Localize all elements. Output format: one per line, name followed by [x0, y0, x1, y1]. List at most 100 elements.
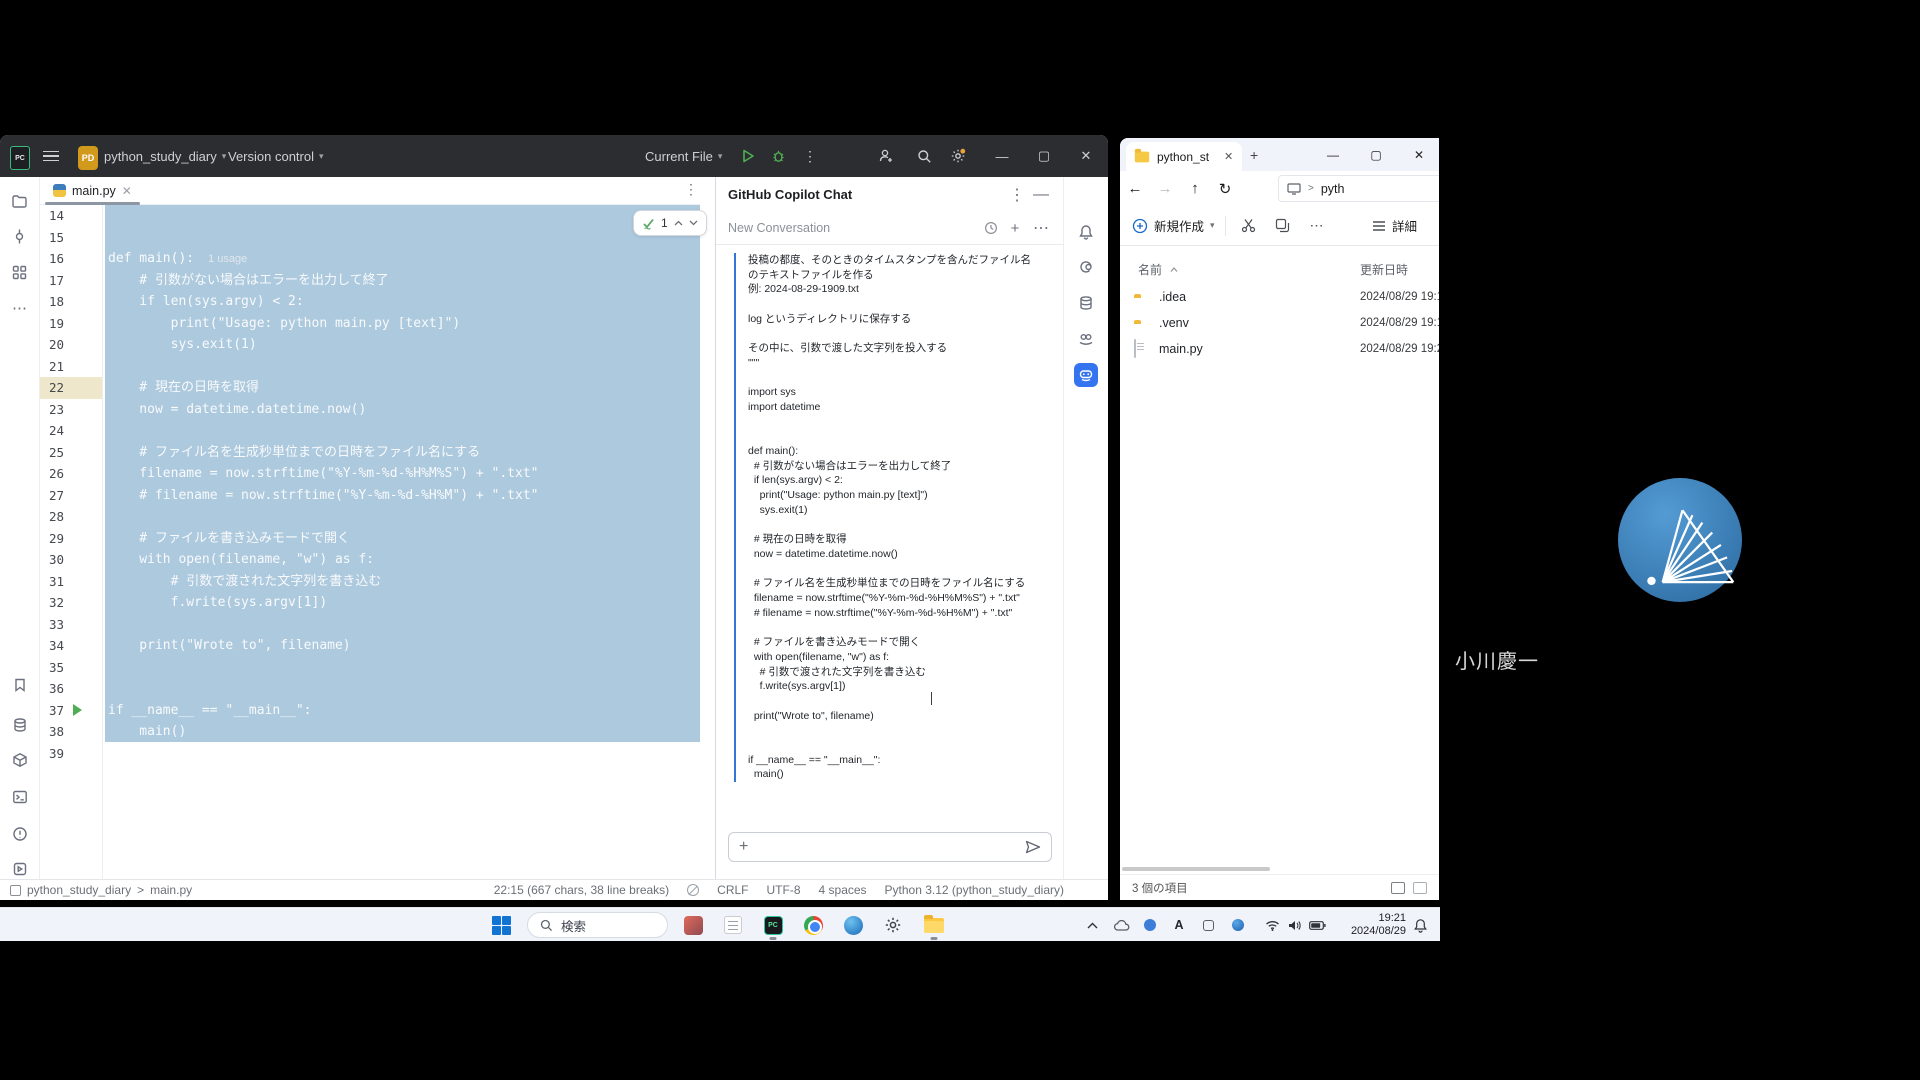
back-icon[interactable]: ← [1120, 180, 1150, 197]
editor-line[interactable]: 25 # ファイル名を生成秒単位までの日時をファイル名にする [40, 442, 715, 464]
send-message-icon[interactable] [1025, 840, 1041, 854]
cut-icon[interactable] [1232, 218, 1266, 233]
settings-button[interactable] [946, 144, 970, 168]
editor-line[interactable]: 31 # 引数で渡された文字列を書き込む [40, 571, 715, 593]
editor-line[interactable]: 34 print("Wrote to", filename) [40, 635, 715, 657]
editor-line[interactable]: 19 print("Usage: python main.py [text]") [40, 313, 715, 335]
structure-toolwindow-icon[interactable] [8, 260, 32, 284]
tray-cloud-icon[interactable] [1112, 908, 1132, 942]
run-line-icon[interactable] [73, 704, 82, 716]
start-button[interactable] [487, 908, 515, 942]
services-toolwindow-icon[interactable] [8, 857, 32, 881]
vcs-menu[interactable]: Version control▾ [228, 144, 324, 168]
editor-line[interactable]: 16def main():1 usage [40, 248, 715, 270]
copy-icon[interactable] [1266, 218, 1300, 233]
next-problem-icon[interactable] [689, 220, 698, 226]
taskbar-app-icon[interactable] [681, 908, 705, 942]
minimize-button[interactable]: — [990, 144, 1014, 168]
chat-input-box[interactable]: + [728, 832, 1052, 862]
main-menu-button[interactable] [42, 144, 60, 168]
database-toolwindow-icon[interactable] [8, 713, 32, 737]
refresh-icon[interactable]: ↻ [1210, 180, 1240, 198]
explorer-minimize-button[interactable]: — [1313, 138, 1353, 171]
tray-system-icons[interactable] [1262, 908, 1328, 942]
editor-line[interactable]: 35 [40, 657, 715, 679]
code-with-me-button[interactable] [874, 144, 898, 168]
editor-line[interactable]: 39 [40, 743, 715, 765]
caret-position-widget[interactable]: 22:15 (667 chars, 38 line breaks) [494, 883, 669, 897]
editor-line[interactable]: 38 main() [40, 721, 715, 743]
toolbar-more-icon[interactable]: ⋯ [1300, 217, 1334, 234]
up-icon[interactable]: ↑ [1180, 180, 1210, 197]
editor-line[interactable]: 30 with open(filename, "w") as f: [40, 549, 715, 571]
more-toolwindows-icon[interactable]: ⋯ [8, 296, 32, 320]
tray-app-icon[interactable] [1140, 908, 1160, 942]
column-name[interactable]: 名前 [1138, 261, 1178, 278]
ai-assistant-icon[interactable] [1074, 255, 1098, 279]
taskbar-pycharm-icon[interactable]: PC [761, 908, 785, 942]
panel-options-icon[interactable]: ⋮ [1007, 185, 1027, 205]
editor-line[interactable]: 23 now = datetime.datetime.now() [40, 399, 715, 421]
attach-context-icon[interactable]: + [739, 838, 748, 856]
tray-icon-blue[interactable] [1228, 908, 1248, 942]
editor-line[interactable]: 15 [40, 227, 715, 249]
project-selector[interactable]: python_study_diary▾ [104, 144, 226, 168]
editor-line[interactable]: 22 # 現在の日時を取得 [40, 377, 715, 399]
chat-more-icon[interactable]: ⋯ [1031, 218, 1051, 238]
tab-main-py[interactable]: main.py ✕ [45, 177, 140, 204]
large-view-toggle-icon[interactable] [1413, 882, 1427, 894]
editor-line[interactable]: 21 [40, 356, 715, 378]
ime-mode-indicator[interactable]: A [1169, 908, 1189, 942]
explorer-tab[interactable]: python_st ✕ [1126, 142, 1242, 171]
notifications-icon[interactable] [1074, 220, 1098, 244]
explorer-close-button[interactable]: ✕ [1399, 138, 1439, 171]
editor-line[interactable]: 18 if len(sys.argv) < 2: [40, 291, 715, 313]
database-panel-icon[interactable] [1074, 291, 1098, 315]
prev-problem-icon[interactable] [674, 220, 683, 226]
editor-line[interactable]: 36 [40, 678, 715, 700]
indent-widget[interactable]: 4 spaces [819, 883, 867, 897]
horizontal-scrollbar[interactable] [1120, 866, 1439, 872]
project-toolwindow-icon[interactable] [8, 189, 32, 213]
view-details-button[interactable]: 詳細 [1372, 216, 1417, 235]
column-modified[interactable]: 更新日時 [1360, 261, 1408, 278]
explorer-maximize-button[interactable]: ▢ [1356, 138, 1396, 171]
copilot-chat-icon-active[interactable] [1074, 363, 1098, 387]
usage-inlay-hint[interactable]: 1 usage [208, 253, 247, 265]
taskbar-clock[interactable]: 19:21 2024/08/29 [1340, 908, 1406, 942]
tray-show-hidden-icon[interactable] [1082, 908, 1102, 942]
tray-icon-generic[interactable] [1198, 908, 1218, 942]
editor-line[interactable]: 28 [40, 506, 715, 528]
editor-line[interactable]: 26 filename = now.strftime("%Y-%m-%d-%H%… [40, 463, 715, 485]
run-button[interactable] [736, 144, 760, 168]
notification-bell-icon[interactable] [1408, 908, 1432, 942]
editor-line[interactable]: 27 # filename = now.strftime("%Y-%m-%d-%… [40, 485, 715, 507]
file-row[interactable]: main.py2024/08/29 19:2 [1120, 336, 1439, 362]
taskbar-notes-icon[interactable] [721, 908, 745, 942]
scrollbar-thumb[interactable] [1122, 867, 1270, 871]
run-configuration-selector[interactable]: Current File▾ [645, 144, 722, 168]
address-bar[interactable]: > pyth [1278, 175, 1439, 202]
close-button[interactable]: ✕ [1074, 144, 1098, 168]
debug-button[interactable] [766, 144, 790, 168]
inspection-widget[interactable]: 1 [633, 210, 707, 236]
editor-line[interactable]: 20 sys.exit(1) [40, 334, 715, 356]
file-row[interactable]: .idea2024/08/29 19:1 [1120, 284, 1439, 310]
taskbar-search[interactable]: 検索 [527, 912, 668, 938]
taskbar-chrome-icon[interactable] [801, 908, 825, 942]
encoding-widget[interactable]: UTF-8 [767, 883, 801, 897]
hide-panel-icon[interactable]: — [1031, 185, 1051, 205]
taskbar-explorer-icon[interactable] [921, 908, 947, 942]
copilot-status-icon[interactable] [1074, 327, 1098, 351]
history-icon[interactable] [981, 218, 1001, 238]
commit-toolwindow-icon[interactable] [8, 224, 32, 248]
taskbar-edge-icon[interactable] [841, 908, 865, 942]
python-packages-toolwindow-icon[interactable] [8, 748, 32, 772]
editor-line[interactable]: 33 [40, 614, 715, 636]
code-editor[interactable]: 141516def main():1 usage17 # 引数がない場合はエラー… [40, 205, 715, 879]
new-chat-icon[interactable]: + [1005, 218, 1025, 238]
problems-toolwindow-icon[interactable] [8, 822, 32, 846]
terminal-toolwindow-icon[interactable] [8, 785, 32, 809]
file-row[interactable]: .venv2024/08/29 19:1 [1120, 310, 1439, 336]
statusbar-breadcrumb[interactable]: python_study_diary > main.py [10, 883, 192, 897]
